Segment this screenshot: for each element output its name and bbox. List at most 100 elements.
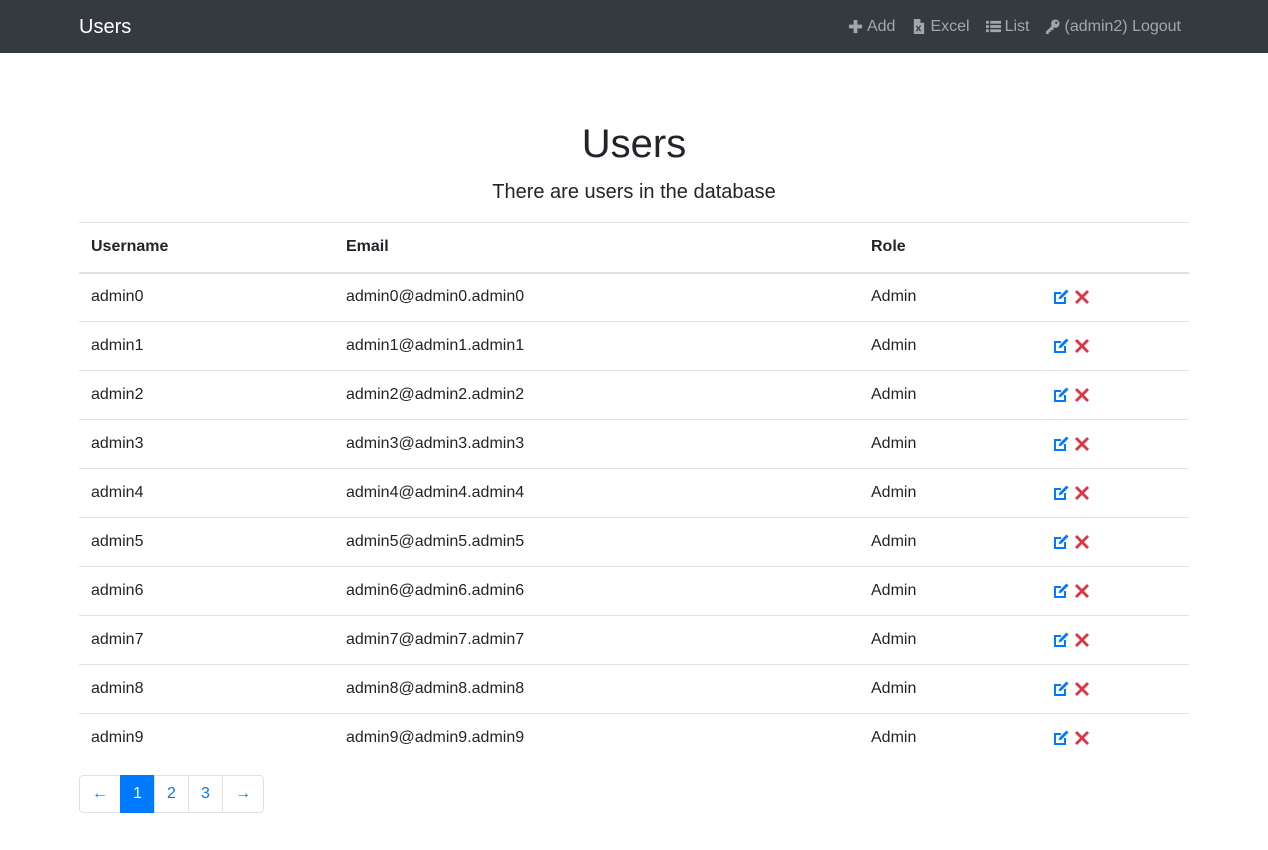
- navbar-brand[interactable]: Users: [79, 17, 131, 37]
- edit-icon[interactable]: [1052, 582, 1070, 600]
- nav-logout-link[interactable]: (admin2) Logout: [1037, 18, 1189, 36]
- page-subtitle: There are users in the database: [492, 181, 776, 203]
- row-actions: [1052, 631, 1177, 649]
- nav-list-link[interactable]: List: [978, 18, 1038, 36]
- nav-list-label: List: [1004, 17, 1030, 35]
- page-title: Users: [581, 122, 687, 166]
- users-table: Username Email Role admin0 admin0@admin0.…: [79, 222, 1189, 763]
- pagination-prev-button[interactable]: ←: [79, 774, 121, 813]
- nav-excel-link[interactable]: Excel: [903, 18, 977, 36]
- delete-icon[interactable]: [1073, 582, 1091, 600]
- edit-icon[interactable]: [1052, 386, 1070, 404]
- delete-icon[interactable]: [1073, 729, 1091, 747]
- list-icon: [985, 20, 1001, 33]
- cell-actions: [1040, 420, 1189, 469]
- cell-role: Admin: [871, 386, 917, 403]
- cell-role: Admin: [871, 484, 917, 501]
- cell-username: admin4: [91, 484, 144, 501]
- column-header-actions: [1040, 223, 1189, 273]
- cell-actions: [1040, 273, 1189, 322]
- cell-username: admin7: [91, 631, 144, 648]
- navbar: Users Add Excel List (admin2) Logout: [0, 0, 1268, 53]
- row-actions: [1052, 729, 1177, 747]
- row-actions: [1052, 337, 1177, 355]
- table-row: admin9 admin9@admin9.admin9 Admin: [79, 714, 1189, 763]
- cell-role: Admin: [871, 631, 917, 648]
- edit-icon[interactable]: [1052, 288, 1070, 306]
- table-row: admin6 admin6@admin6.admin6 Admin: [79, 567, 1189, 616]
- pagination: ← 1 2 3 →: [79, 774, 1189, 813]
- edit-icon[interactable]: [1052, 680, 1070, 698]
- cell-email: admin1@admin1.admin1: [346, 337, 525, 354]
- cell-actions: [1040, 518, 1189, 567]
- file-excel-icon: [914, 19, 925, 34]
- cell-email: admin6@admin6.admin6: [346, 582, 525, 599]
- delete-icon[interactable]: [1073, 484, 1091, 502]
- row-actions: [1052, 288, 1177, 306]
- table-row: admin5 admin5@admin5.admin5 Admin: [79, 518, 1189, 567]
- delete-icon[interactable]: [1073, 288, 1091, 306]
- pagination-next-button[interactable]: →: [222, 774, 264, 813]
- nav-excel-label: Excel: [930, 17, 970, 35]
- pagination-page-2[interactable]: 2: [154, 774, 189, 813]
- key-icon: [1046, 19, 1061, 34]
- row-actions: [1052, 680, 1177, 698]
- nav-add-link[interactable]: Add: [840, 18, 903, 36]
- edit-icon[interactable]: [1052, 631, 1070, 649]
- cell-username: admin8: [91, 680, 144, 697]
- pagination-page-1[interactable]: 1: [120, 774, 155, 813]
- cell-role: Admin: [871, 337, 917, 354]
- edit-icon[interactable]: [1052, 729, 1070, 747]
- table-row: admin3 admin3@admin3.admin3 Admin: [79, 420, 1189, 469]
- delete-icon[interactable]: [1073, 680, 1091, 698]
- cell-username: admin0: [91, 288, 144, 306]
- table-row: admin7 admin7@admin7.admin7 Admin: [79, 616, 1189, 665]
- delete-icon[interactable]: [1073, 386, 1091, 404]
- delete-icon[interactable]: [1073, 631, 1091, 649]
- delete-icon[interactable]: [1073, 533, 1091, 551]
- table-row: admin0 admin0@admin0.admin0 Admin: [79, 273, 1189, 322]
- table-row: admin2 admin2@admin2.admin2 Admin: [79, 371, 1189, 420]
- cell-actions: [1040, 567, 1189, 616]
- column-header-username: Username: [91, 238, 169, 256]
- cell-role: Admin: [871, 435, 917, 452]
- row-actions: [1052, 533, 1177, 551]
- column-header-role: Role: [871, 238, 906, 256]
- column-header-email: Email: [346, 238, 389, 256]
- cell-role: Admin: [871, 680, 917, 697]
- table-row: admin8 admin8@admin8.admin8 Admin: [79, 665, 1189, 714]
- navbar-links: Add Excel List (admin2) Logout: [840, 18, 1189, 36]
- table-header: Username Email Role: [79, 222, 1189, 273]
- cell-email: admin8@admin8.admin8: [346, 680, 525, 697]
- pagination-page-3[interactable]: 3: [188, 774, 223, 813]
- cell-actions: [1040, 665, 1189, 714]
- edit-icon[interactable]: [1052, 533, 1070, 551]
- cell-role: Admin: [871, 288, 917, 306]
- delete-icon[interactable]: [1073, 337, 1091, 355]
- delete-icon[interactable]: [1073, 435, 1091, 453]
- cell-username: admin2: [91, 386, 144, 403]
- cell-username: admin9: [91, 729, 144, 747]
- cell-email: admin5@admin5.admin5: [346, 533, 525, 550]
- cell-email: admin0@admin0.admin0: [346, 288, 525, 306]
- nav-add-label: Add: [866, 17, 896, 35]
- cell-email: admin9@admin9.admin9: [346, 729, 525, 747]
- cell-email: admin2@admin2.admin2: [346, 386, 525, 403]
- edit-icon[interactable]: [1052, 337, 1070, 355]
- cell-actions: [1040, 322, 1189, 371]
- cell-username: admin6: [91, 582, 144, 599]
- cell-role: Admin: [871, 533, 917, 550]
- cell-actions: [1040, 371, 1189, 420]
- table-body: admin0 admin0@admin0.admin0 Admin admin1 adm…: [79, 273, 1189, 763]
- cell-role: Admin: [871, 582, 917, 599]
- cell-role: Admin: [871, 729, 917, 747]
- edit-icon[interactable]: [1052, 435, 1070, 453]
- navbar-inner: Users Add Excel List (admin2) Logout: [79, 17, 1189, 37]
- table-header-row: Username Email Role: [79, 222, 1189, 273]
- edit-icon[interactable]: [1052, 484, 1070, 502]
- plus-icon: [848, 19, 863, 34]
- row-actions: [1052, 582, 1177, 600]
- cell-actions: [1040, 616, 1189, 665]
- nav-logout-label: (admin2) Logout: [1064, 17, 1181, 35]
- cell-username: admin1: [91, 337, 144, 354]
